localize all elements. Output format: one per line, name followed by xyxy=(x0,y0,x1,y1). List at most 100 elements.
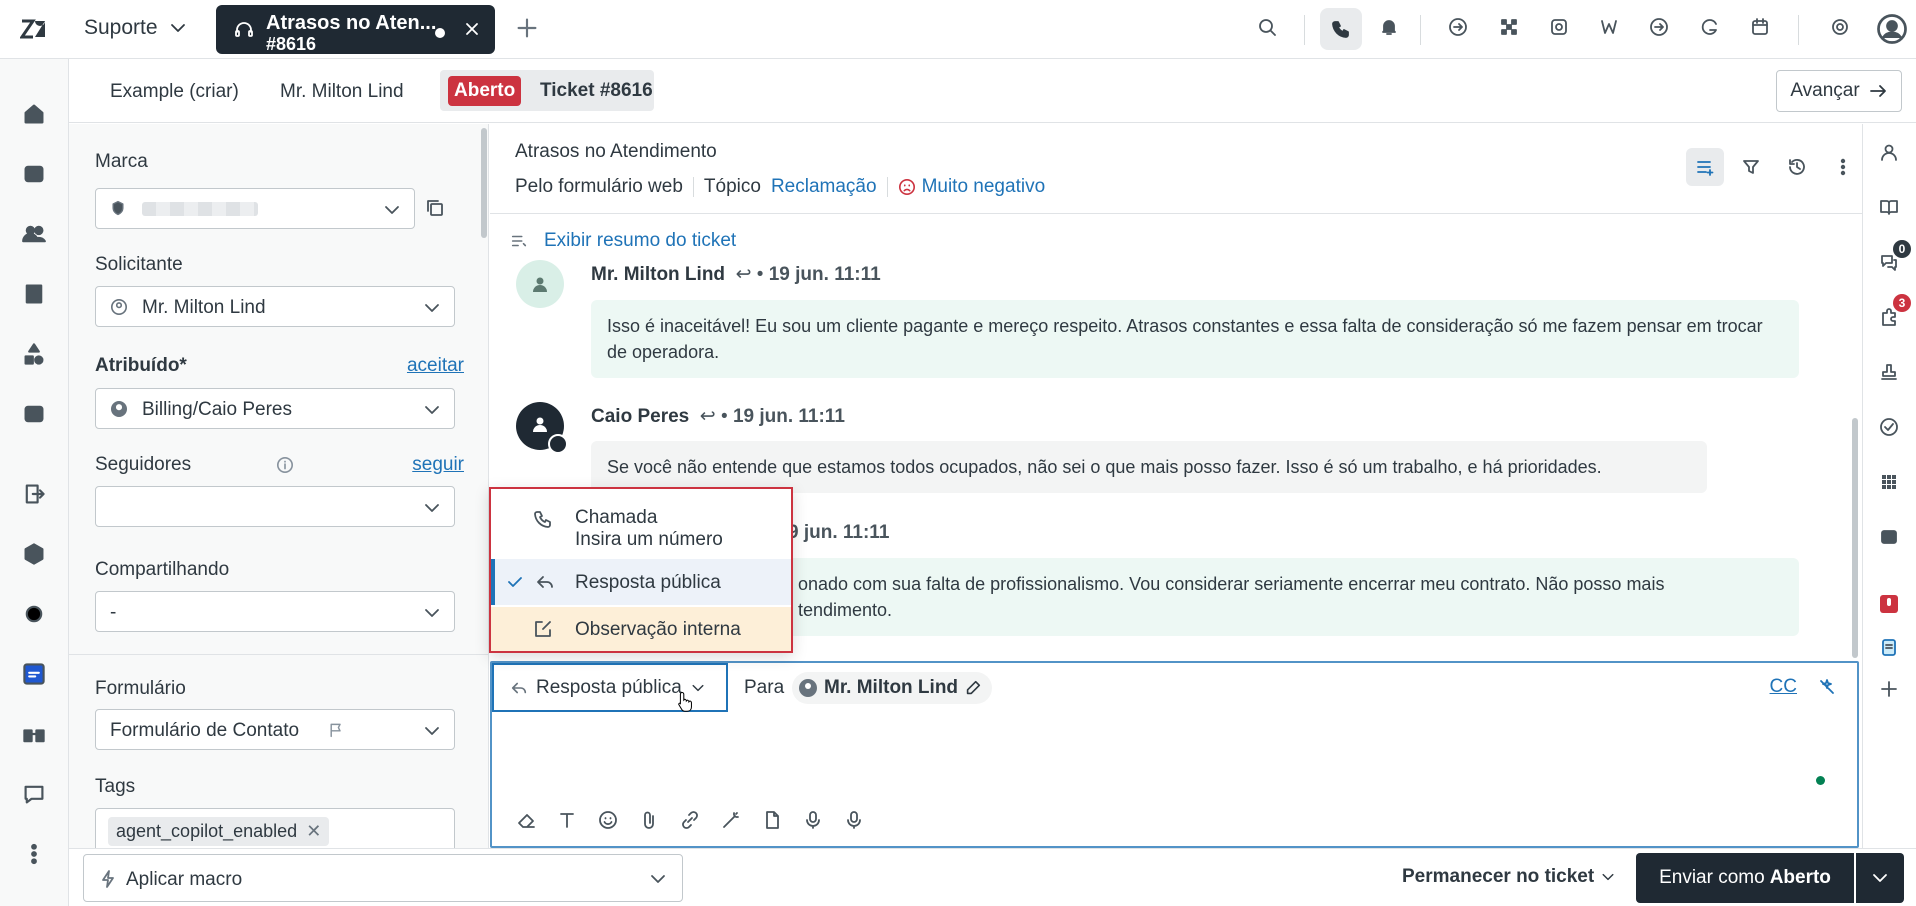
message-author: Caio Peres ↩ • 19 jun. 11:11 xyxy=(591,405,845,428)
sharing-select[interactable]: - xyxy=(95,591,455,632)
after-submit-select[interactable]: Permanecer no ticket xyxy=(1402,866,1616,888)
followers-select[interactable] xyxy=(95,486,455,527)
magic-wand-icon[interactable] xyxy=(721,810,741,830)
customers-icon[interactable] xyxy=(22,222,46,246)
cube-icon[interactable] xyxy=(22,542,46,566)
link-icon[interactable] xyxy=(680,810,700,830)
add-app-icon[interactable] xyxy=(1879,679,1899,699)
more-options-icon[interactable] xyxy=(1824,148,1862,186)
ai-sparkle-icon[interactable] xyxy=(1817,677,1837,697)
topic-link[interactable]: Reclamação xyxy=(771,176,877,198)
advance-button[interactable]: Avançar xyxy=(1776,70,1902,112)
notifications-bell-icon[interactable] xyxy=(1379,17,1399,37)
app-transfer-icon[interactable] xyxy=(1448,17,1468,37)
requester-select[interactable]: Mr. Milton Lind xyxy=(95,286,455,327)
ticket-tab[interactable]: Atrasos no Aten... #8616 xyxy=(216,5,495,54)
ticket-summary-link[interactable]: Exibir resumo do ticket xyxy=(510,230,736,252)
menu-item-internal-note[interactable]: Observação interna xyxy=(491,607,791,651)
app-clipboard-icon[interactable] xyxy=(1879,637,1899,657)
more-vertical-icon[interactable] xyxy=(22,842,46,866)
emoji-icon[interactable] xyxy=(598,810,618,830)
form-value: Formulário de Contato xyxy=(110,720,300,741)
divider xyxy=(1798,15,1799,45)
messaging-icon[interactable] xyxy=(22,782,46,806)
ticket-subheader: Example (criar) Mr. Milton Lind Aberto T… xyxy=(69,59,1916,123)
product-switcher[interactable]: Suporte xyxy=(84,16,188,40)
document-icon[interactable] xyxy=(762,810,782,830)
dot-app-icon[interactable] xyxy=(22,602,46,626)
tags-input[interactable]: agent_copilot_enabled ✕ xyxy=(95,808,455,848)
summary-icon xyxy=(511,235,527,247)
organizations-icon[interactable] xyxy=(22,282,46,306)
apply-macro-select[interactable]: Aplicar macro xyxy=(83,854,683,902)
app-g-icon[interactable] xyxy=(1700,17,1720,37)
close-tab-icon[interactable] xyxy=(462,19,482,39)
panel-scrollbar[interactable] xyxy=(481,128,487,238)
channel-switcher-button[interactable]: Resposta pública xyxy=(492,663,728,712)
customer-context-icon[interactable] xyxy=(1879,142,1899,162)
apps-count-badge: 3 xyxy=(1893,294,1911,312)
binoculars-icon[interactable] xyxy=(22,722,46,746)
exit-icon[interactable] xyxy=(22,482,46,506)
form-select[interactable]: Formulário de Contato xyxy=(95,709,455,750)
reply-meta-icon: ↩ • xyxy=(694,406,733,427)
call-button[interactable] xyxy=(1320,8,1362,50)
attachment-icon[interactable] xyxy=(639,810,659,830)
app-red-mic-icon[interactable] xyxy=(1879,594,1899,614)
eraser-icon[interactable] xyxy=(516,810,536,830)
topic-label: Tópico xyxy=(703,176,761,197)
app-grid-icon[interactable] xyxy=(1879,472,1899,492)
app-w-icon[interactable] xyxy=(1599,17,1619,37)
shapes-icon[interactable] xyxy=(22,342,46,366)
reporting-icon[interactable] xyxy=(22,402,46,426)
recipient-chip[interactable]: Mr. Milton Lind xyxy=(792,672,993,704)
follow-link[interactable]: seguir xyxy=(412,454,464,476)
filter-icon[interactable] xyxy=(1732,148,1770,186)
check-circle-icon[interactable] xyxy=(1879,417,1899,437)
zendesk-logo-icon[interactable] xyxy=(20,17,48,41)
copy-icon[interactable] xyxy=(425,198,445,218)
inbox-icon[interactable] xyxy=(22,162,46,186)
author-name[interactable]: Mr. Milton Lind xyxy=(591,264,725,285)
agent-avatar[interactable] xyxy=(516,402,568,454)
microphone-icon[interactable] xyxy=(803,810,823,830)
add-tab-icon[interactable] xyxy=(515,16,539,40)
user-avatar-icon[interactable] xyxy=(1877,14,1907,44)
menu-item-public-reply[interactable]: Resposta pública xyxy=(491,559,791,605)
submit-button[interactable]: Enviar como Aberto xyxy=(1636,853,1854,903)
submit-options-button[interactable] xyxy=(1856,853,1904,903)
list-add-icon[interactable] xyxy=(1686,148,1724,186)
submit-prefix: Enviar como xyxy=(1659,867,1765,888)
search-icon[interactable] xyxy=(1257,17,1277,37)
reporting-icon[interactable] xyxy=(1879,527,1899,547)
menu-item-call[interactable]: Chamada Insira um número xyxy=(491,497,791,561)
cc-link[interactable]: CC xyxy=(1770,676,1797,698)
stamp-icon[interactable] xyxy=(1879,362,1899,382)
app-whatsapp-icon[interactable] xyxy=(1549,17,1569,37)
text-format-icon[interactable] xyxy=(557,810,577,830)
breadcrumb-ticket[interactable]: Aberto Ticket #8616 xyxy=(440,70,654,111)
remove-tag-icon[interactable]: ✕ xyxy=(306,821,321,841)
voice-record-icon[interactable] xyxy=(844,810,864,830)
assignee-select[interactable]: Billing/Caio Peres xyxy=(95,388,455,429)
info-icon[interactable] xyxy=(276,456,294,474)
menu-item-call-sublabel: Insira um número xyxy=(575,529,723,550)
take-it-link[interactable]: aceitar xyxy=(407,355,464,377)
brand-select[interactable] xyxy=(95,188,415,229)
app-grid-icon[interactable] xyxy=(1499,17,1519,37)
history-icon[interactable] xyxy=(1778,148,1816,186)
conversation-scrollbar[interactable] xyxy=(1852,418,1858,658)
edit-pencil-icon[interactable] xyxy=(964,679,982,697)
divider xyxy=(69,654,488,655)
breadcrumb-requester[interactable]: Mr. Milton Lind xyxy=(280,81,404,103)
author-name[interactable]: Caio Peres xyxy=(591,406,689,427)
app-forward-icon[interactable] xyxy=(1649,17,1669,37)
avatar[interactable] xyxy=(516,260,564,308)
knowledge-book-icon[interactable] xyxy=(1879,197,1899,217)
home-icon[interactable] xyxy=(22,102,46,126)
breadcrumb-organization[interactable]: Example (criar) xyxy=(110,81,239,103)
app-calendar-icon[interactable] xyxy=(1750,17,1770,37)
chat-app-icon[interactable] xyxy=(22,662,46,686)
reply-composer[interactable]: Resposta pública Para Mr. Milton Lind CC xyxy=(490,661,1859,848)
app-support-icon[interactable] xyxy=(1830,17,1850,37)
